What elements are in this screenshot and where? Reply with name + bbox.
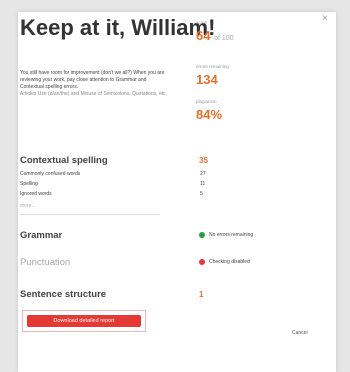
contextual-spelling-count: 35 [199,156,208,165]
score-value: 64 of 100 [196,28,234,43]
category-contextual-spelling[interactable]: Contextual spelling [20,155,108,166]
sub-spelling-count: 11 [200,181,206,187]
disabled-icon [199,259,205,265]
category-grammar[interactable]: Grammar [20,230,62,241]
sub-commonly-confused-count: 27 [200,171,206,177]
intro-text: You still have room for improvement (don… [20,70,170,98]
sentence-structure-count: 1 [199,290,204,299]
download-report-button[interactable]: Download detailed report [27,315,141,327]
plagiarism-label: plagiarism [196,99,217,104]
plagiarism-value: 84% [196,107,223,122]
score-label: score [196,20,208,25]
sub-spelling[interactable]: Spelling [20,181,38,187]
dialog-title: Keep at it, William! [20,15,216,40]
sub-ignored-words-count: 5 [200,191,203,197]
errors-label: errors remaining [196,64,229,69]
download-button-frame: Download detailed report [22,310,146,332]
sub-commonly-confused[interactable]: Commonly confused words [20,171,80,177]
punctuation-status-text: Checking disabled [209,259,250,265]
divider [20,214,160,215]
intro-categories: Articles Use (a/an/the) and Misuse of Se… [20,91,168,97]
cancel-button[interactable]: Cancel [292,330,308,336]
score-number: 64 [196,28,211,43]
errors-value: 134 [196,72,218,87]
score-of: of 100 [214,35,234,42]
punctuation-status: Checking disabled [199,259,250,265]
category-sentence-structure[interactable]: Sentence structure [20,289,106,300]
grammar-status-text: No errors remaining [209,232,254,238]
check-icon [199,232,205,238]
intro-summary: You still have room for improvement (don… [20,70,165,90]
grammar-status: No errors remaining [199,232,253,238]
close-icon[interactable]: × [322,13,328,24]
sub-ignored-words[interactable]: Ignored words [20,191,52,197]
category-punctuation[interactable]: Punctuation [20,257,70,268]
more-link[interactable]: more... [20,203,36,209]
